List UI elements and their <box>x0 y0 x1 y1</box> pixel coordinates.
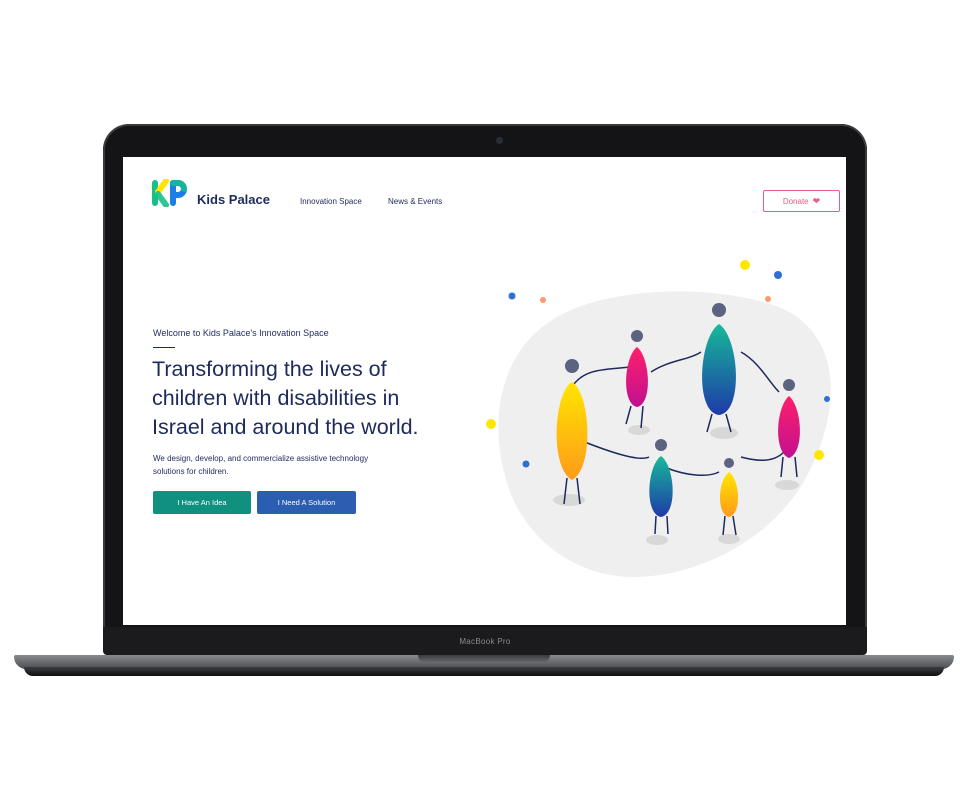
laptop-base-shadow <box>24 667 944 676</box>
hero-description: We design, develop, and commercialize as… <box>153 452 443 478</box>
brand-name[interactable]: Kids Palace <box>197 192 270 207</box>
description-line: We design, develop, and commercialize as… <box>153 454 369 463</box>
screen: Kids Palace Innovation Space News & Even… <box>123 157 846 625</box>
have-idea-button[interactable]: I Have An Idea <box>153 491 251 514</box>
headline-line: Israel and around the world. <box>152 415 419 439</box>
hero-headline: Transforming the lives of children with … <box>152 355 482 442</box>
laptop-notch <box>418 655 550 663</box>
heart-icon: ❤ <box>812 195 821 206</box>
donate-button[interactable]: Donate ❤ <box>763 190 840 212</box>
children-illustration <box>486 260 831 577</box>
nav-innovation-space[interactable]: Innovation Space <box>300 197 362 206</box>
hero-eyebrow: Welcome to Kids Palace's Innovation Spac… <box>153 328 329 338</box>
nav-news-events[interactable]: News & Events <box>388 197 442 206</box>
divider <box>153 347 175 348</box>
description-line: solutions for children. <box>153 467 229 476</box>
donate-label: Donate <box>782 196 809 206</box>
need-solution-button[interactable]: I Need A Solution <box>257 491 356 514</box>
headline-line: children with disabilities in <box>152 386 400 410</box>
headline-line: Transforming the lives of <box>152 357 387 381</box>
logo-icon[interactable] <box>151 179 187 207</box>
camera-icon <box>496 137 503 144</box>
model-label: MacBook Pro <box>459 637 511 646</box>
